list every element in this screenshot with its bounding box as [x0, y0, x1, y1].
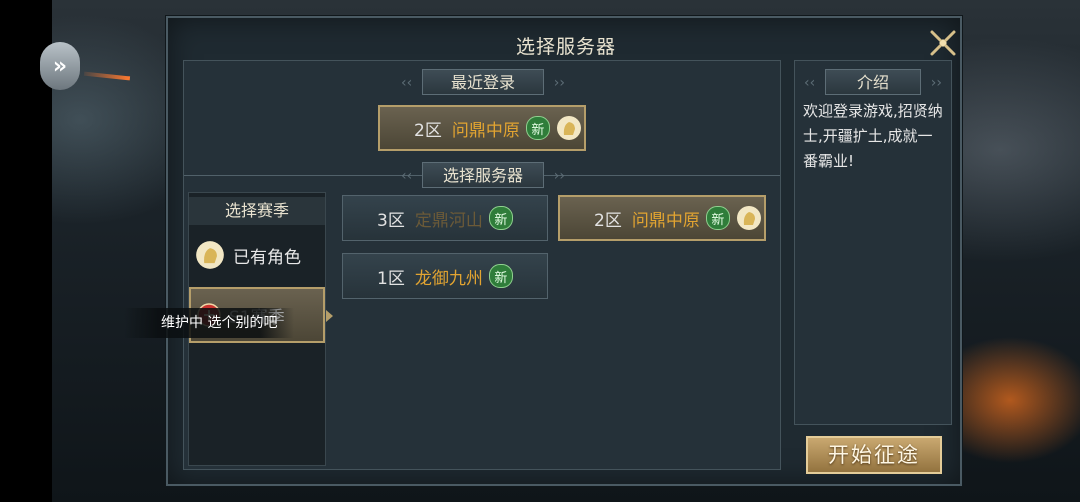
season-item-has-role[interactable]: 已有角色: [189, 227, 325, 283]
recent-login-header: 最近登录: [401, 69, 565, 96]
close-x-icon: [930, 30, 956, 56]
selection-arrow-icon: [326, 310, 333, 322]
server-zone: 2区: [594, 210, 622, 231]
new-badge: 新: [488, 264, 513, 288]
new-badge: 新: [525, 116, 550, 140]
intro-text: 欢迎登录游戏,招贤纳士,开疆扩土,成就一番霸业!: [803, 102, 943, 170]
start-journey-button[interactable]: 开始征途: [806, 436, 942, 474]
server-item-3[interactable]: 3区 定鼎河山 新: [342, 195, 548, 241]
server-zone: 2区: [414, 120, 442, 141]
server-zone: 3区: [377, 210, 405, 231]
server-item-1[interactable]: 1区 龙御九州 新: [342, 253, 548, 299]
server-name: 龙御九州: [414, 268, 483, 289]
season-title: 选择赛季: [189, 197, 325, 225]
character-head-icon: [556, 116, 581, 140]
server-zone: 1区: [377, 268, 405, 289]
character-head-icon: [196, 241, 224, 269]
server-name: 定鼎河山: [414, 210, 483, 231]
intro-panel: 介绍 欢迎登录游戏,招贤纳士,开疆扩土,成就一番霸业!: [794, 60, 952, 425]
season-label: 已有角色: [233, 247, 301, 268]
select-server-header: 选择服务器: [401, 162, 565, 189]
maintenance-tooltip: 维护中 选个别的吧: [124, 308, 294, 338]
close-button[interactable]: [928, 28, 958, 58]
server-item-2[interactable]: 2区 问鼎中原 新: [558, 195, 766, 241]
server-name: 问鼎中原: [451, 120, 520, 141]
new-badge: 新: [488, 206, 513, 230]
chevron-right-icon: »: [52, 53, 68, 79]
character-head-icon: [736, 206, 761, 230]
recent-server-item[interactable]: 2区 问鼎中原 新: [378, 105, 586, 151]
server-name: 问鼎中原: [631, 210, 700, 231]
dialog-title: 选择服务器: [515, 36, 616, 58]
side-expand-button[interactable]: »: [40, 42, 80, 90]
intro-header: 介绍: [804, 69, 942, 96]
new-badge: 新: [705, 206, 730, 230]
